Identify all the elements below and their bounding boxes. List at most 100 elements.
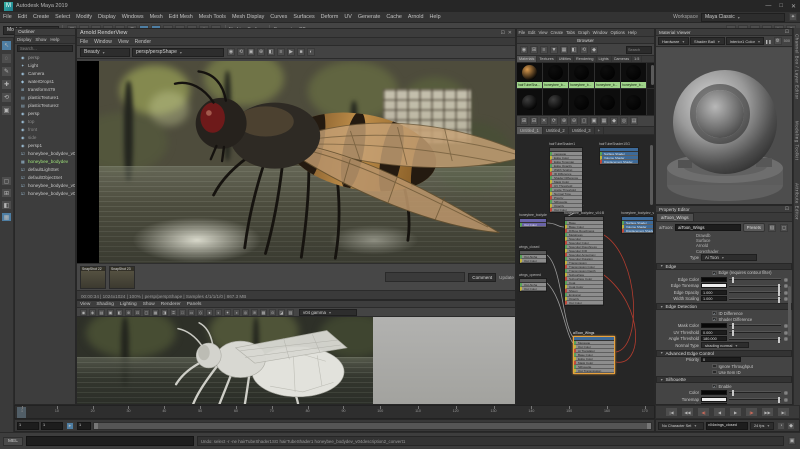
menu-item[interactable]: Generate [355,14,383,20]
value-field[interactable] [701,283,727,289]
material-swatch[interactable]: honeybee_b... [543,63,569,88]
texture-map-icon[interactable]: ▩ [783,336,789,341]
outliner-item[interactable]: ☑ honeybee_bodydev_v04u [15,149,75,157]
viewport-icon[interactable]: ◎ [242,308,249,316]
outliner-item[interactable]: ▤ plasticTexture2 [15,101,75,109]
range-slider[interactable] [93,421,652,430]
material-swatch[interactable]: honeybee_b... [569,63,595,88]
workspace-select[interactable]: Maya Classic [701,12,785,22]
playback-option-icon[interactable]: ◆ [787,421,795,430]
close-button[interactable]: ✕ [791,3,796,10]
swatch-scrollbar[interactable] [651,65,654,85]
menu-item[interactable]: Mesh Tools [196,14,229,20]
viewport-icon[interactable]: ▨ [287,308,294,316]
viewport-icon[interactable]: □ [179,308,186,316]
node-editor-tab[interactable]: Untitled_3 [569,127,595,134]
slider[interactable] [729,336,781,343]
slider[interactable] [729,290,781,297]
tool-icon[interactable]: ↖ [1,40,12,51]
material-swatch[interactable] [595,89,621,115]
outliner-item[interactable]: ⊞ transform479 [15,85,75,93]
transport-button[interactable]: ▶| [777,407,790,417]
menu-item[interactable]: Show [140,302,158,307]
viewport-icon[interactable]: ◪ [278,308,285,316]
viewport-icon[interactable]: ⊡ [134,308,141,316]
side-panel-tab[interactable]: Channel Box / Layer Editor [795,34,800,99]
node-editor-tab[interactable]: Untitled_2 [543,127,569,134]
menu-item[interactable]: Window [91,39,115,45]
menu-item[interactable]: Curves [267,14,290,20]
viewport-icon[interactable]: ▭ [188,308,195,316]
texture-map-icon[interactable]: ▩ [783,397,789,402]
node-editor-icon[interactable]: ▤ [630,117,638,125]
normal-type-select[interactable]: shading normal [701,342,749,349]
transport-button[interactable]: ▶▶ [761,407,774,417]
update-button[interactable]: Update [499,275,514,280]
transport-button[interactable]: ◀| [697,407,710,417]
layout-button[interactable]: ⊞ [1,188,12,198]
presets-button[interactable]: Presets [742,223,765,232]
range-handle-left[interactable] [94,422,98,429]
menu-item[interactable]: Create [30,14,52,20]
shading-group-node[interactable]: hairTubeShader1SG Surface Shader Volume S… [599,142,639,165]
transport-button[interactable]: |▶ [745,407,758,417]
menu-item[interactable]: View [115,39,132,45]
node-editor-icon[interactable]: ◎ [620,117,628,125]
browser-icon[interactable]: ▦ [560,45,568,54]
outliner-item[interactable]: ◉ front [15,125,75,133]
slider[interactable] [729,323,781,330]
viewport-icon[interactable]: ◨ [161,308,168,316]
viewport-icon[interactable]: ◈ [89,308,96,316]
transport-button[interactable]: ◀ [713,407,726,417]
renderview-icon[interactable]: ⊕ [257,48,265,56]
window-icon[interactable]: ✕ [508,30,512,36]
viewport-icon[interactable]: ◉ [80,308,87,316]
category-tab[interactable]: Cameras [612,56,633,62]
menu-item[interactable]: Tabs [565,30,577,35]
node-editor-icon[interactable]: ⊕ [560,117,568,125]
browser-icon[interactable]: ◧ [570,45,578,54]
time-slider[interactable]: 1 10 20 30 40 50 60 70 80 90 100 110 120 130 140 150 160… [14,405,655,419]
tool-icon[interactable]: ◌ [1,53,12,64]
tool-icon[interactable]: ⟲ [1,92,12,103]
layout-button[interactable]: ▦ [1,212,12,222]
material-swatch[interactable]: honeybee_b... [621,63,647,88]
menu-item[interactable]: Shading [93,302,117,307]
property-tab[interactable]: aiToon_Wings [656,213,694,221]
script-editor-icon[interactable]: ▣ [788,437,796,445]
menu-item[interactable]: Options [609,30,626,35]
outliner-item[interactable]: ◉ persp [15,109,75,117]
playback-range-icon[interactable]: ▸ [66,421,74,430]
node-editor-icon[interactable]: ⊟ [530,117,538,125]
browser-icon[interactable]: ◆ [590,45,598,54]
menu-item[interactable]: Show [33,37,48,42]
menu-item[interactable]: File [77,39,91,45]
menu-item[interactable]: Select [52,14,73,20]
aov-select[interactable]: Beauty [80,47,130,57]
menu-item[interactable]: Panels [184,302,205,307]
viewer-renderer-select[interactable]: Hardware [658,37,690,45]
slider[interactable] [729,330,781,337]
viewport-icon[interactable]: ⊕ [125,308,132,316]
menu-item[interactable]: Window [591,30,609,35]
mel-toggle-button[interactable]: MEL [3,436,23,446]
silhouette-section-header[interactable]: ▼ Silhouette [656,376,792,384]
outliner-item[interactable]: ◉ top [15,117,75,125]
shading-group-node[interactable]: honeybee_bodydev_v04:aiStandard Surface … [621,211,654,234]
swatch-icon[interactable]: ▧ [768,223,776,232]
category-tab[interactable]: Lights [597,56,612,62]
viewport-icon[interactable]: ▤ [98,308,105,316]
viewport-icon[interactable]: ≋ [251,308,258,316]
viewport-icon[interactable]: ▣ [107,308,114,316]
outliner-item[interactable]: ◆ waterDrops1 [15,77,75,85]
menu-item[interactable]: Surfaces [290,14,317,20]
value-field[interactable] [701,396,727,402]
shader-node[interactable]: hairTubeShader1 message Edge Color Edge To… [549,142,583,213]
viewport-icon[interactable]: ◧ [116,308,123,316]
menu-item[interactable]: Help [626,30,638,35]
category-tab[interactable]: Materials [517,56,538,62]
outliner-item[interactable]: ☑ defaultObjectSet [15,173,75,181]
node-editor-icon[interactable]: ✕ [540,117,548,125]
outliner-item[interactable]: ☑ honeybee_bodydev_v04r [15,181,75,189]
viewport-icon[interactable]: ▢ [143,308,150,316]
